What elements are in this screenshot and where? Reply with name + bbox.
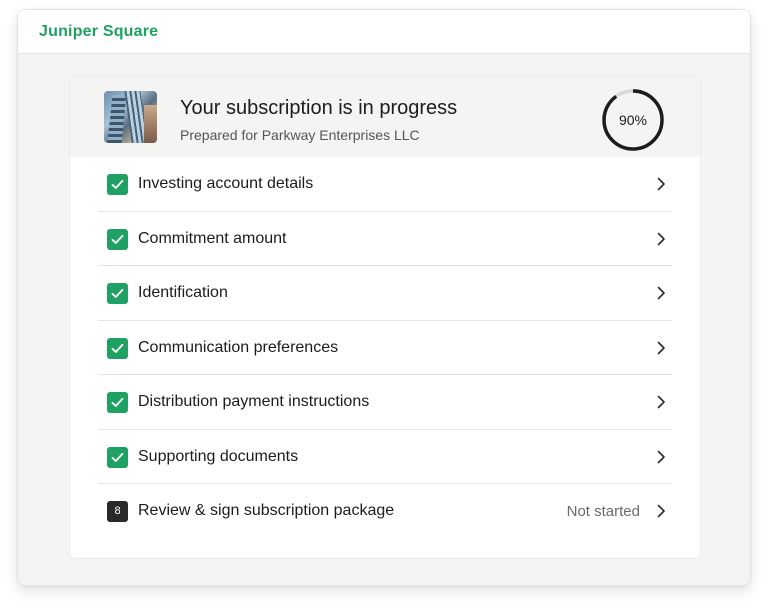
check-icon <box>107 228 128 250</box>
page-subtitle: Prepared for Parkway Enterprises LLC <box>180 127 420 143</box>
list-item[interactable]: Communication preferences <box>98 321 672 375</box>
progress-label: 90% <box>618 112 648 128</box>
chevron-right-icon <box>656 341 666 355</box>
chevron-right-icon <box>656 450 666 464</box>
list-item[interactable]: Investing account details <box>98 157 672 212</box>
step-label: Review & sign subscription package <box>138 502 395 519</box>
steps-list: Investing account details Commitment amou… <box>98 157 672 539</box>
check-icon <box>107 174 128 195</box>
list-item[interactable]: Identification <box>98 266 672 321</box>
chevron-right-icon <box>656 504 666 518</box>
step-label: Investing account details <box>138 175 314 192</box>
step-label: Distribution payment instructions <box>138 393 370 410</box>
chevron-right-icon <box>656 395 666 409</box>
brand-logo[interactable]: Juniper Square <box>39 23 158 41</box>
subscription-card: Your subscription is in progress Prepare… <box>69 75 701 559</box>
check-icon <box>107 283 128 304</box>
step-status: Not started <box>566 503 640 520</box>
step-label: Commitment amount <box>138 229 287 247</box>
building-thumbnail <box>104 91 157 143</box>
list-item[interactable]: 8 Review & sign subscription package Not s… <box>98 484 672 539</box>
step-number-badge: 8 <box>107 501 128 522</box>
top-bar: Juniper Square <box>18 10 750 54</box>
step-label: Identification <box>138 284 228 301</box>
progress-ring: 90% <box>601 88 665 152</box>
chevron-right-icon <box>656 286 666 300</box>
step-label: Supporting documents <box>138 447 299 465</box>
step-label: Communication preferences <box>138 338 339 356</box>
card-header: Your subscription is in progress Prepare… <box>70 76 700 157</box>
list-item[interactable]: Distribution payment instructions <box>98 375 672 430</box>
chevron-right-icon <box>656 232 666 246</box>
check-icon <box>107 446 128 468</box>
check-icon <box>107 392 128 413</box>
list-item[interactable]: Supporting documents <box>98 430 672 484</box>
check-icon <box>107 337 128 359</box>
list-item[interactable]: Commitment amount <box>98 212 672 266</box>
page-title: Your subscription is in progress <box>180 97 458 119</box>
app-window: Juniper Square Your subscription is in p… <box>17 9 751 586</box>
chevron-right-icon <box>656 177 666 191</box>
